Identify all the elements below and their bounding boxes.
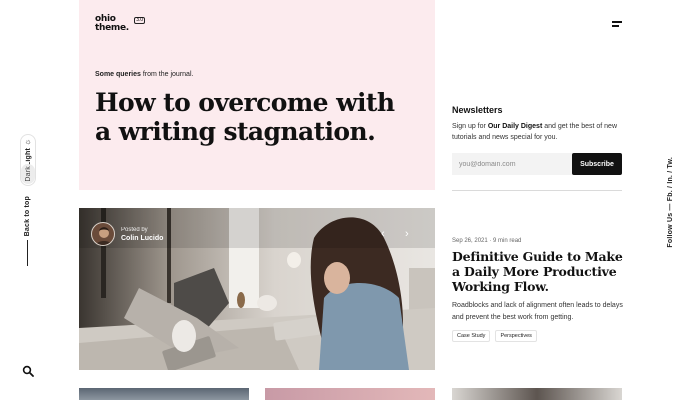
newsletter-divider	[452, 190, 622, 191]
article-excerpt: Roadblocks and lack of alignment often l…	[452, 302, 623, 321]
hero-kicker-bold: Some queries	[95, 71, 141, 78]
post-thumbnail[interactable]	[265, 388, 435, 400]
hero-kicker: Some queries from the journal.	[95, 71, 193, 78]
newsletter-title: Newsletters	[452, 105, 503, 115]
posted-by-label: Posted by	[121, 226, 148, 233]
article-title[interactable]: Definitive Guide to Make a Daily More Pr…	[452, 249, 627, 294]
avatar	[91, 222, 115, 246]
email-input[interactable]	[452, 153, 574, 175]
hero-title[interactable]: How to overcome with a writing stagnatio…	[95, 88, 395, 146]
logo-line-2: theme.	[95, 23, 129, 33]
subscribe-button[interactable]: Subscribe	[572, 153, 622, 175]
search-icon[interactable]	[22, 365, 34, 377]
featured-post-image[interactable]: Posted by Colin Lucido ‹ ›	[79, 208, 435, 370]
follow-us-links[interactable]: Follow Us — Fb. / In. / Tw.	[667, 157, 674, 253]
back-to-top-label: Back to top	[24, 196, 31, 237]
author-name[interactable]: Colin Lucido	[121, 235, 163, 242]
newsletter-desc-pre: Sign up for	[452, 123, 488, 130]
tag-case-study[interactable]: Case Study	[452, 330, 491, 342]
follow-us-label[interactable]: Follow Us — Fb. / In. / Tw.	[667, 157, 674, 248]
dark-mode-label: Dark	[24, 166, 32, 182]
post-thumbnail[interactable]	[452, 388, 622, 400]
chevron-left-icon[interactable]: ‹	[381, 229, 385, 240]
post-author[interactable]: Posted by Colin Lucido	[91, 222, 163, 246]
newsletter-description: Sign up for Our Daily Digest and get the…	[452, 121, 627, 143]
site-logo[interactable]: ohio theme. 3.0	[95, 15, 146, 33]
article-meta: Sep 26, 2021 · 9 min read	[452, 238, 522, 244]
tag-perspectives[interactable]: Perspectives	[495, 330, 537, 342]
chevron-right-icon[interactable]: ›	[405, 229, 409, 240]
hero-section: ohio theme. 3.0 Some queries from the jo…	[79, 0, 435, 190]
hamburger-menu-icon[interactable]	[612, 21, 622, 27]
hero-kicker-rest: from the journal.	[140, 71, 194, 78]
left-rail: ☼ Light Dark Back to top	[0, 0, 56, 400]
version-badge: 3.0	[134, 17, 146, 24]
dark-mode-option[interactable]: Dark	[21, 164, 35, 184]
sun-icon: ☼	[24, 137, 32, 146]
newsletter-desc-bold: Our Daily Digest	[487, 123, 543, 130]
back-to-top-line	[27, 240, 28, 266]
post-thumbnail[interactable]	[79, 388, 249, 400]
back-to-top-link[interactable]: Back to top	[24, 196, 31, 241]
article-tags: Case Study Perspectives	[452, 330, 537, 342]
